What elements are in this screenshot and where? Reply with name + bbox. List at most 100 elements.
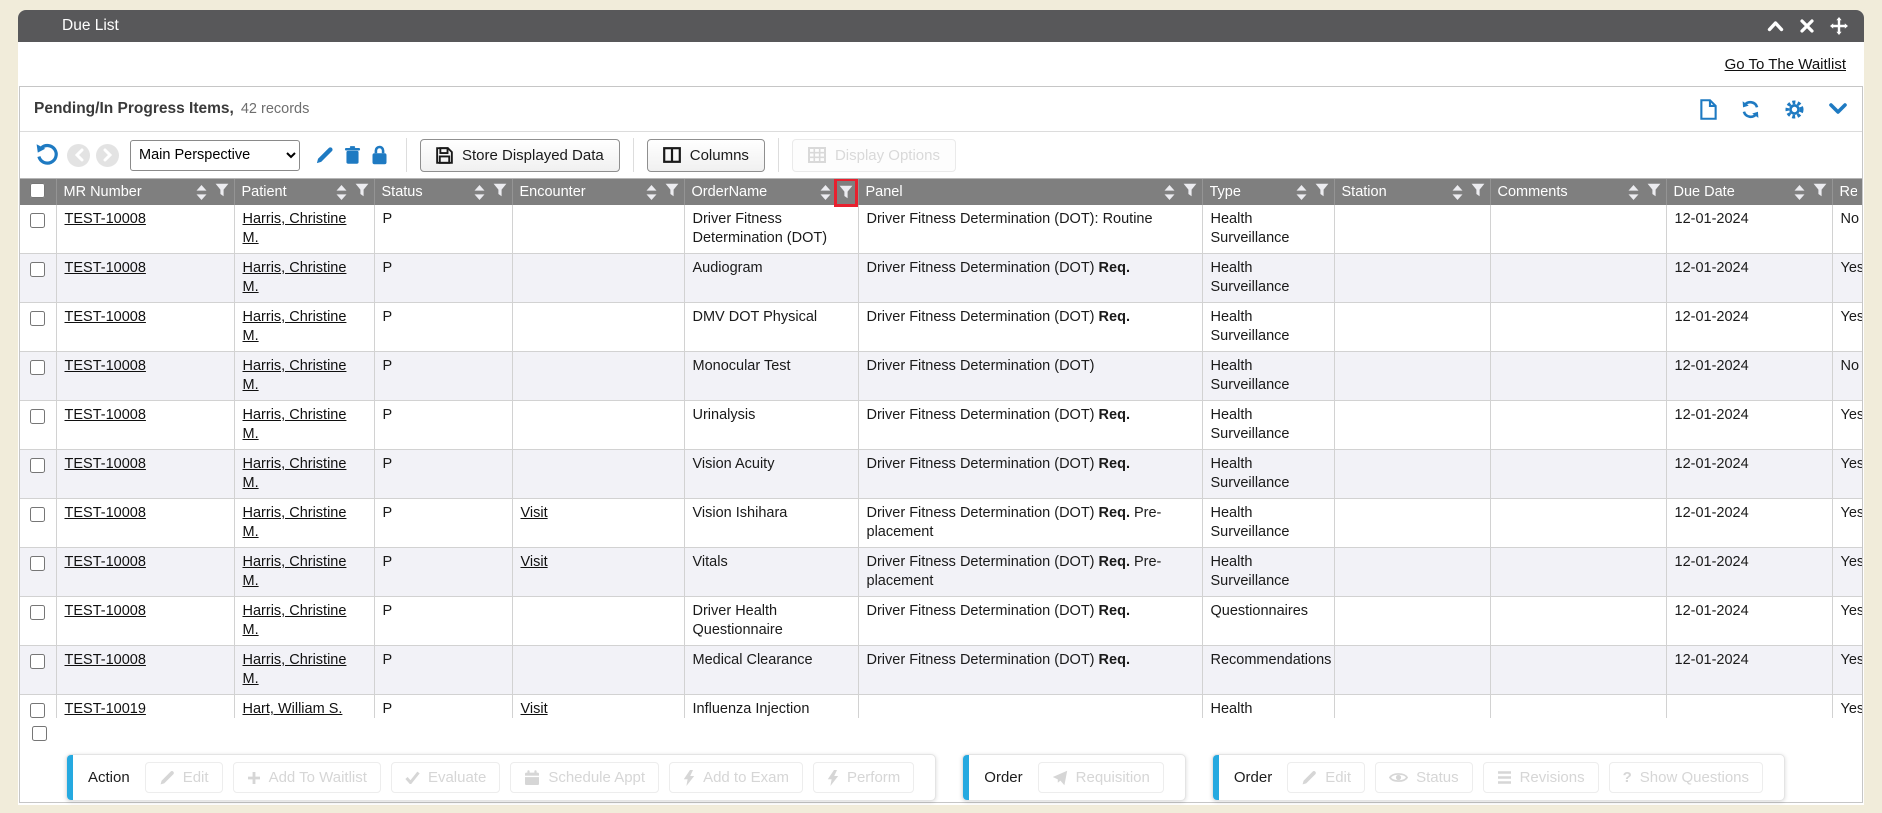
column-header-req[interactable]: Req — [1832, 179, 1862, 205]
filter-icon[interactable] — [1471, 183, 1485, 197]
sort-icon[interactable] — [646, 185, 657, 200]
edit-button[interactable]: Edit — [1287, 762, 1365, 793]
row-checkbox[interactable] — [30, 654, 45, 669]
mr-number-link[interactable]: TEST-10008 — [65, 260, 146, 276]
column-header-station[interactable]: Station — [1334, 179, 1490, 205]
row-checkbox[interactable] — [30, 605, 45, 620]
patient-link[interactable]: Harris, Christine M. — [243, 554, 347, 589]
row-checkbox[interactable] — [32, 726, 47, 741]
status-button[interactable]: Status — [1375, 762, 1473, 793]
refresh-icon[interactable] — [1740, 99, 1761, 120]
show-questions-button[interactable]: ?Show Questions — [1609, 762, 1763, 793]
new-file-icon[interactable] — [1700, 99, 1717, 120]
column-header-patient[interactable]: Patient — [234, 179, 374, 205]
filter-icon[interactable] — [1647, 183, 1661, 197]
filter-icon[interactable] — [493, 183, 507, 197]
row-checkbox[interactable] — [30, 458, 45, 473]
mr-number-link[interactable]: TEST-10008 — [65, 211, 146, 227]
encounter-link[interactable]: Visit — [521, 554, 548, 570]
go-to-waitlist-link[interactable]: Go To The Waitlist — [1725, 56, 1846, 73]
previous-icon[interactable] — [67, 144, 90, 167]
patient-link[interactable]: Harris, Christine M. — [243, 456, 347, 491]
encounter-link[interactable]: Visit — [521, 701, 548, 717]
filter-icon[interactable] — [839, 185, 853, 199]
sort-icon[interactable] — [820, 185, 831, 200]
column-header-encounter[interactable]: Encounter — [512, 179, 684, 205]
close-icon[interactable] — [1800, 19, 1814, 33]
encounter-link[interactable]: Visit — [521, 505, 548, 521]
mr-number-link[interactable]: TEST-10008 — [65, 505, 146, 521]
sort-icon[interactable] — [1296, 185, 1307, 200]
columns-button[interactable]: Columns — [647, 139, 765, 172]
collapse-icon[interactable] — [1767, 20, 1784, 32]
move-icon[interactable] — [1830, 17, 1848, 35]
sort-icon[interactable] — [196, 185, 207, 200]
patient-link[interactable]: Harris, Christine M. — [243, 260, 347, 295]
column-header-due-date[interactable]: Due Date — [1666, 179, 1832, 205]
sort-icon[interactable] — [474, 185, 485, 200]
patient-link[interactable]: Harris, Christine M. — [243, 309, 347, 344]
window-titlebar[interactable]: Due List — [18, 10, 1864, 42]
patient-link[interactable]: Harris, Christine M. — [243, 505, 347, 540]
lock-icon[interactable] — [371, 145, 388, 165]
patient-link[interactable]: Harris, Christine M. — [243, 603, 347, 638]
mr-number-link[interactable]: TEST-10008 — [65, 554, 146, 570]
store-displayed-data-button[interactable]: Store Displayed Data — [420, 139, 620, 172]
column-header-type[interactable]: Type — [1202, 179, 1334, 205]
mr-number-link[interactable]: TEST-10008 — [65, 358, 146, 374]
settings-gear-icon[interactable] — [1784, 99, 1805, 120]
sort-icon[interactable] — [1794, 185, 1805, 200]
filter-icon[interactable] — [1315, 183, 1329, 197]
patient-link[interactable]: Harris, Christine M. — [243, 652, 347, 687]
edit-button[interactable]: Edit — [145, 762, 223, 793]
row-checkbox[interactable] — [30, 409, 45, 424]
patient-link[interactable]: Harris, Christine M. — [243, 407, 347, 442]
row-checkbox[interactable] — [30, 556, 45, 571]
mr-number-link[interactable]: TEST-10008 — [65, 603, 146, 619]
chevron-down-icon[interactable] — [1828, 102, 1848, 116]
mr-number-link[interactable]: TEST-10008 — [65, 456, 146, 472]
row-checkbox[interactable] — [30, 703, 45, 718]
reset-icon[interactable] — [35, 143, 59, 167]
mr-number-link[interactable]: TEST-10019 — [65, 701, 146, 717]
sort-icon[interactable] — [1452, 185, 1463, 200]
add-to-exam-button[interactable]: Add to Exam — [669, 762, 803, 793]
patient-link[interactable]: Harris, Christine M. — [243, 358, 347, 393]
patient-link[interactable]: Harris, Christine M. — [243, 211, 347, 246]
column-header-comments[interactable]: Comments — [1490, 179, 1666, 205]
filter-icon[interactable] — [355, 183, 369, 197]
status-cell: P — [374, 695, 512, 719]
next-icon[interactable] — [96, 144, 119, 167]
requisition-button[interactable]: Requisition — [1038, 762, 1164, 793]
row-checkbox[interactable] — [30, 311, 45, 326]
sort-icon[interactable] — [336, 185, 347, 200]
filter-icon[interactable] — [215, 183, 229, 197]
schedule-appt-button[interactable]: Schedule Appt — [510, 762, 659, 793]
patient-link[interactable]: Hart, William S. — [243, 701, 343, 717]
filter-icon[interactable] — [1813, 183, 1827, 197]
revisions-button[interactable]: Revisions — [1483, 762, 1599, 793]
column-header-panel[interactable]: Panel — [858, 179, 1202, 205]
row-checkbox[interactable] — [30, 213, 45, 228]
sort-icon[interactable] — [1628, 185, 1639, 200]
evaluate-button[interactable]: Evaluate — [391, 762, 500, 793]
filter-icon[interactable] — [1183, 183, 1197, 197]
perspective-select[interactable]: Main Perspective — [130, 140, 300, 171]
column-header-status[interactable]: Status — [374, 179, 512, 205]
column-header-ordername[interactable]: OrderName — [684, 179, 858, 205]
pencil-icon[interactable] — [315, 146, 334, 165]
row-checkbox[interactable] — [30, 262, 45, 277]
trash-icon[interactable] — [344, 145, 361, 165]
select-all-checkbox[interactable] — [30, 183, 45, 198]
row-checkbox[interactable] — [30, 507, 45, 522]
add-to-waitlist-button[interactable]: Add To Waitlist — [233, 762, 381, 793]
display-options-button[interactable]: Display Options — [792, 139, 956, 172]
sort-icon[interactable] — [1164, 185, 1175, 200]
column-header-mr-number[interactable]: MR Number — [56, 179, 234, 205]
mr-number-link[interactable]: TEST-10008 — [65, 309, 146, 325]
filter-icon[interactable] — [665, 183, 679, 197]
mr-number-link[interactable]: TEST-10008 — [65, 407, 146, 423]
perform-button[interactable]: Perform — [813, 762, 914, 793]
mr-number-link[interactable]: TEST-10008 — [65, 652, 146, 668]
row-checkbox[interactable] — [30, 360, 45, 375]
